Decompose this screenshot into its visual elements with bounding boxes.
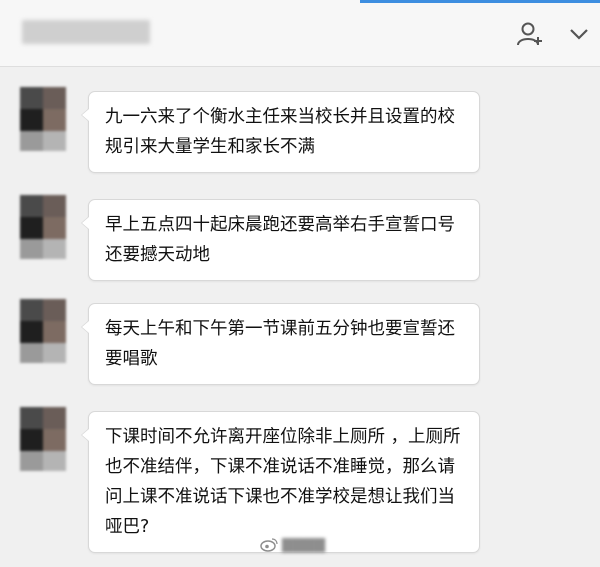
weibo-icon <box>260 538 278 552</box>
accent-line <box>360 0 600 3</box>
add-user-button[interactable] <box>516 20 544 48</box>
avatar[interactable] <box>20 87 66 151</box>
weibo-watermark: ▇▇▇▇ <box>260 537 325 553</box>
chat-message-area[interactable]: 九一六来了个衡水主任来当校长并且设置的校规引来大量学生和家长不满 早上五点四十起… <box>0 67 600 567</box>
expand-button[interactable] <box>565 20 593 48</box>
watermark-text: ▇▇▇▇ <box>282 537 326 553</box>
message-bubble: 九一六来了个衡水主任来当校长并且设置的校规引来大量学生和家长不满 <box>81 91 480 173</box>
message-bubble: 每天上午和下午第一节课前五分钟也要宣誓还要唱歌 <box>81 303 480 385</box>
avatar[interactable] <box>20 407 66 471</box>
avatar[interactable] <box>20 299 66 363</box>
chat-title-redacted <box>22 20 150 44</box>
message-bubble: 下课时间不允许离开座位除非上厕所 ，上厕所也不准结伴，下课不准说话不准睡觉，那么… <box>81 411 480 553</box>
chat-header <box>0 0 600 67</box>
message-bubble: 早上五点四十起床晨跑还要高举右手宣誓口号还要撼天动地 <box>81 199 480 281</box>
chevron-down-icon <box>570 29 588 40</box>
add-user-icon <box>517 22 542 46</box>
avatar[interactable] <box>20 195 66 259</box>
